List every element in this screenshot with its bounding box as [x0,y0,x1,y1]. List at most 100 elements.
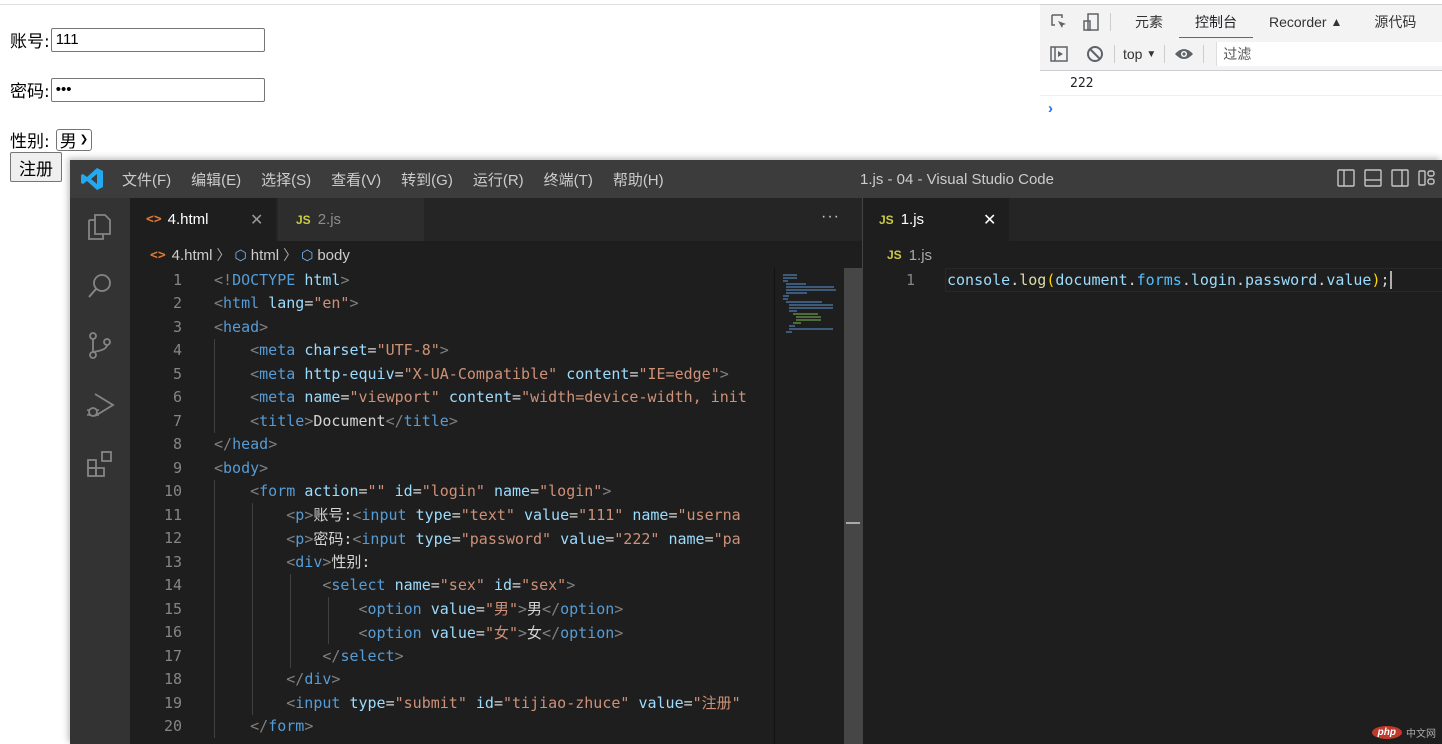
breadcrumb-body[interactable]: body [317,247,350,264]
menu-edit[interactable]: 编辑(E) [191,169,241,190]
username-label: 账号: [10,32,50,52]
register-button[interactable]: 注册 [10,152,62,182]
extensions-icon[interactable] [85,449,115,479]
tab-sources[interactable]: 源代码 [1358,5,1432,38]
line-content: <option value="男">男</option> [358,600,624,619]
menu-help[interactable]: 帮助(H) [613,169,664,190]
minimap-line [789,325,795,327]
menu-selection[interactable]: 选择(S) [261,169,311,190]
source-control-icon[interactable] [85,330,115,360]
minimap-line [786,331,793,333]
page-top-border [0,4,1040,5]
line-number: 9 [172,458,182,477]
search-icon[interactable] [85,271,115,301]
code-line: 18 </div> [130,668,774,692]
minimap-line [783,280,789,282]
toggle-secondary-sidebar-icon[interactable] [1391,169,1409,187]
editor-group-right: JS 1.js ✕ JS 1.js 1 console.log(document… [862,198,1442,744]
code-editor-left[interactable]: 1 <!DOCTYPE html> 2 <html lang="en"> 3 <head>… [130,268,774,744]
menu-terminal[interactable]: 终端(T) [544,169,593,190]
line-content: </select> [322,646,404,665]
menu-go[interactable]: 转到(G) [401,169,453,190]
menu-view[interactable]: 查看(V) [331,169,381,190]
line-content: <head> [214,317,269,336]
tab-elements[interactable]: 元素 [1119,5,1179,38]
line-content: <select name="sex" id="sex"> [322,576,576,595]
minimap-line [786,286,834,288]
code-line: 11 <p>账号:<input type="text" value="111" … [130,503,774,527]
vscode-window: 文件(F) 编辑(E) 选择(S) 查看(V) 转到(G) 运行(R) 终端(T… [70,160,1442,744]
sidebar-toggle-icon[interactable] [1048,43,1070,65]
code-editor-right[interactable]: 1 console.log(document.forms.login.passw… [863,268,1442,744]
watermark: php 中文网 [1371,725,1436,740]
window-title: 1.js - 04 - Visual Studio Code [860,170,1054,188]
separator [1164,45,1166,63]
console-filter-input[interactable]: 过滤 [1216,42,1442,66]
menu-run[interactable]: 运行(R) [473,169,524,190]
indent-guide [214,338,215,433]
run-debug-icon[interactable] [85,390,115,420]
js-file-icon: JS [879,212,894,227]
element-cube-icon: ⬡ [301,246,314,263]
code-line: 2 <html lang="en"> [130,292,774,316]
tab-console[interactable]: 控制台 [1179,5,1253,39]
line-content: <input type="submit" id="tijiao-zhuce" v… [286,694,741,713]
html-file-icon: <> [150,247,166,263]
line-content: <div>性别: [286,553,371,572]
code-line: 12 <p>密码:<input type="password" value="2… [130,527,774,551]
line-number: 16 [163,623,182,642]
minimap-line [795,316,821,318]
breadcrumb-html[interactable]: html [251,247,279,264]
indent-guide [214,479,215,738]
minimap-line [789,307,834,309]
username-input[interactable]: 111 [50,27,265,52]
explorer-icon[interactable] [85,212,115,242]
separator [1114,45,1115,63]
line-number: 3 [172,317,182,336]
toggle-primary-sidebar-icon[interactable] [1337,169,1355,187]
line-number: 2 [172,294,182,313]
titlebar: 文件(F) 编辑(E) 选择(S) 查看(V) 转到(G) 运行(R) 终端(T… [70,160,1442,198]
tab-1-js[interactable]: JS 1.js ✕ [863,198,1009,241]
clear-console-icon[interactable] [1084,43,1106,65]
close-tab-icon[interactable]: ✕ [250,210,263,230]
vscode-logo-icon [81,168,103,190]
tab-4-html[interactable]: <> 4.html ✕ [130,198,276,241]
line-content: <meta name="viewport" content="width=dev… [250,388,747,407]
eye-icon[interactable] [1173,43,1195,65]
line-number: 14 [163,576,182,595]
tab-recorder[interactable]: Recorder ▲ [1253,5,1358,38]
scrollbar-thumb[interactable] [844,268,862,744]
console-prompt[interactable]: › [1048,100,1053,117]
sex-select[interactable]: 男 ❯ [55,128,93,152]
line-content: <meta charset="UTF-8"> [250,341,449,360]
code-line: 5 <meta http-equiv="X-UA-Compatible" con… [130,362,774,386]
breadcrumb-file[interactable]: 4.html [172,247,213,264]
device-toolbar-icon[interactable] [1080,11,1102,33]
code-line: 19 <input type="submit" id="tijiao-zhuce… [130,691,774,715]
tab-2-js[interactable]: JS 2.js [278,198,424,241]
more-actions-icon[interactable]: ··· [821,208,840,226]
line-content: <html lang="en"> [214,294,359,313]
menu-file[interactable]: 文件(F) [122,169,171,190]
code-line: 8 </head> [130,433,774,457]
console-toolbar: top ▼ 过滤 [1040,38,1442,71]
breadcrumb-right: JS 1.js [887,244,932,266]
line-number: 13 [163,552,182,571]
separator [1110,12,1111,31]
vertical-scrollbar[interactable] [844,268,862,744]
context-select[interactable]: top ▼ [1123,46,1156,62]
minimap[interactable] [774,268,847,744]
toggle-panel-icon[interactable] [1364,169,1382,187]
customize-layout-icon[interactable] [1418,169,1436,187]
breadcrumb-file[interactable]: 1.js [909,247,932,264]
line-number: 15 [163,599,182,618]
devtools-tabbar: 元素 控制台 Recorder ▲ 源代码 [1040,4,1442,39]
close-tab-icon[interactable]: ✕ [983,210,996,230]
inspect-element-icon[interactable] [1048,11,1070,33]
password-input[interactable]: ••• [50,77,265,102]
code-line: 1 <!DOCTYPE html> [130,268,774,292]
text-cursor [1389,271,1392,289]
indent-guide [252,503,253,715]
line-number: 8 [172,435,182,454]
